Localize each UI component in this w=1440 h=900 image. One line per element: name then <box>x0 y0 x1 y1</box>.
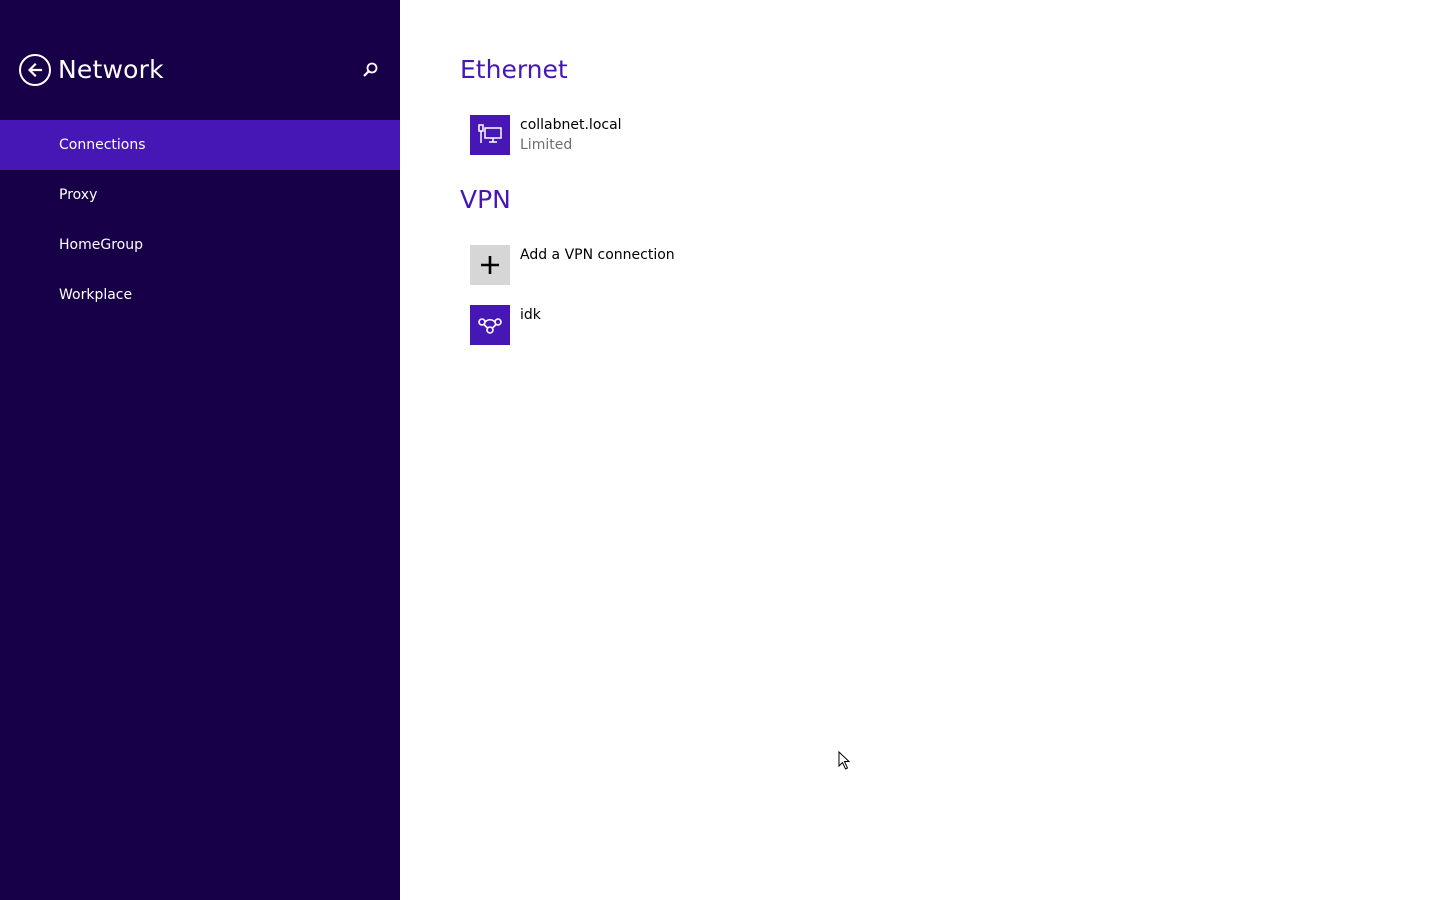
ethernet-section-title: Ethernet <box>460 55 568 84</box>
mouse-cursor-icon <box>838 751 851 770</box>
vpn-tile <box>470 305 510 345</box>
main-content: Ethernet collabnet.local Limited VPN Add… <box>400 0 1440 900</box>
ethernet-connection-status: Limited <box>520 137 573 153</box>
ethernet-icon <box>478 124 502 143</box>
sidebar-header: Network <box>0 0 400 120</box>
search-icon <box>363 62 378 77</box>
plus-icon <box>481 256 499 274</box>
back-button[interactable] <box>19 54 51 86</box>
vpn-connection-item[interactable]: idk <box>470 305 770 345</box>
sidebar-item-workplace[interactable]: Workplace <box>0 270 400 320</box>
page-title: Network <box>58 55 164 84</box>
ethernet-connection-item[interactable]: collabnet.local Limited <box>470 115 770 155</box>
sidebar-nav: Connections Proxy HomeGroup Workplace <box>0 120 400 320</box>
vpn-section-title: VPN <box>460 185 511 214</box>
vpn-icon <box>478 318 502 334</box>
ethernet-connection-name: collabnet.local <box>520 117 622 133</box>
sidebar: Network Connections Proxy HomeGroup Work… <box>0 0 400 900</box>
vpn-connection-name: idk <box>520 307 541 323</box>
ethernet-tile <box>470 115 510 155</box>
sidebar-item-homegroup[interactable]: HomeGroup <box>0 220 400 270</box>
back-arrow-icon <box>27 62 43 78</box>
add-vpn-tile <box>470 245 510 285</box>
sidebar-item-proxy[interactable]: Proxy <box>0 170 400 220</box>
sidebar-item-connections[interactable]: Connections <box>0 120 400 170</box>
add-vpn-button[interactable]: Add a VPN connection <box>470 245 770 285</box>
search-button[interactable] <box>360 60 380 80</box>
add-vpn-label: Add a VPN connection <box>520 247 675 263</box>
